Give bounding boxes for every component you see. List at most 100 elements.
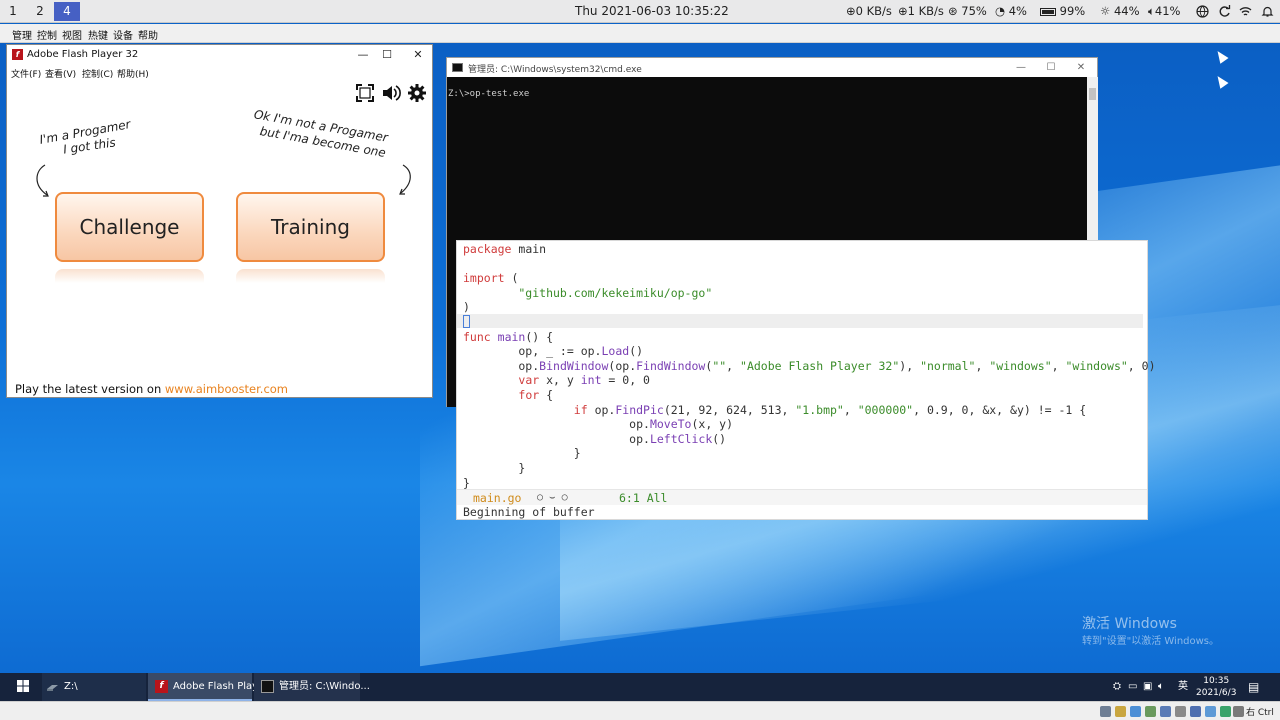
taskbar-item-label: Z:\ [64, 681, 78, 692]
taskbar-clock[interactable]: 10:35 2021/6/3 [1196, 675, 1236, 699]
start-button[interactable] [8, 673, 38, 701]
echo-area: Beginning of buffer [463, 505, 595, 519]
cmd-icon [452, 63, 463, 72]
code-token: op. [587, 402, 616, 417]
close-button[interactable]: ✕ [1067, 59, 1095, 77]
volume-indicator[interactable]: 🔈︎41% [1148, 0, 1180, 23]
panel-clock[interactable]: Thu 2021-06-03 10:35:22 [575, 0, 729, 23]
vm-menu-hotkey[interactable]: 热键 [88, 27, 108, 42]
code-line[interactable]: if op.FindPic(21, 92, 624, 513, "1.bmp",… [463, 403, 1086, 417]
vm-network-icon[interactable] [1145, 706, 1156, 717]
tray-person-icon[interactable]: ⛭ [1113, 673, 1121, 701]
taskbar-item-flash[interactable]: f Adobe Flash Play... [148, 673, 266, 701]
flash-logo-icon: f [155, 679, 168, 693]
volume-value: 41% [1154, 4, 1181, 18]
sound-icon[interactable] [381, 83, 401, 103]
tray-network-icon[interactable]: ▣ [1143, 673, 1152, 701]
code-line[interactable]: op, _ := op.Load() [463, 344, 643, 358]
taskbar-item-cmd[interactable]: 管理员: C:\Windo... [254, 673, 370, 701]
net-down-value: 0 KB/s [855, 4, 892, 18]
net-up-value: 1 KB/s [907, 4, 944, 18]
code-line[interactable]: op.BindWindow(op.FindWindow("", "Adobe F… [463, 358, 1156, 373]
code-token: main [511, 242, 547, 256]
code-token: "normal" [920, 358, 976, 373]
code-line[interactable]: func main() { [463, 330, 553, 344]
code-token: ) [463, 300, 470, 315]
tray-keyboard-icon[interactable]: ▭ [1128, 673, 1137, 701]
flash-menu-file[interactable]: 文件(F) [11, 67, 41, 80]
vm-usb-icon[interactable] [1160, 706, 1171, 717]
flash-menu-control[interactable]: 控制(C) [82, 67, 113, 80]
vm-optical-icon[interactable] [1115, 706, 1126, 717]
globe-icon[interactable] [1196, 5, 1209, 18]
code-line[interactable]: "github.com/kekeimiku/op-go" [463, 286, 712, 300]
code-line[interactable]: ) [463, 300, 470, 314]
refresh-icon[interactable] [1218, 5, 1231, 18]
maximize-button[interactable]: ☐ [1037, 59, 1065, 77]
tray-volume-icon[interactable]: 🔈︎ [1158, 673, 1164, 701]
code-token: (21, 92, 624, 513, [663, 402, 796, 417]
taskbar-time: 10:35 [1203, 676, 1230, 686]
challenge-reflection [55, 269, 204, 283]
vm-audio-icon[interactable] [1130, 706, 1141, 717]
bell-icon[interactable] [1261, 5, 1274, 18]
code-line[interactable]: } [463, 476, 470, 490]
emacs-editor-window[interactable]: package main import ( "github.com/kekeimi… [456, 240, 1156, 520]
workspace-4-button[interactable]: 4 [54, 2, 80, 21]
code-token: (op. [608, 358, 637, 373]
vm-menu-view[interactable]: 视图 [62, 27, 82, 42]
code-token: () [629, 344, 644, 359]
taskbar-item-drive[interactable]: Z:\ [42, 673, 146, 701]
cmd-titlebar[interactable]: 管理员: C:\Windows\system32\cmd.exe — ☐ ✕ [447, 58, 1097, 77]
wifi-icon[interactable] [1239, 5, 1252, 18]
settings-gear-icon[interactable] [407, 83, 427, 103]
code-token: } [463, 475, 470, 490]
vm-status-bar: 右 Ctrl [0, 701, 1280, 720]
code-line[interactable]: import ( [463, 271, 518, 285]
code-token: "windows" [989, 358, 1052, 373]
vm-menu-control[interactable]: 控制 [37, 27, 57, 42]
ime-indicator[interactable]: 英 [1178, 673, 1188, 701]
code-token: op. [463, 431, 650, 446]
aimbooster-link[interactable]: www.aimbooster.com [165, 382, 288, 396]
taskbar-date: 2021/6/3 [1196, 688, 1237, 698]
minimize-button[interactable]: — [1007, 59, 1035, 77]
arrow-right-icon [399, 164, 411, 195]
code-line[interactable]: for { [463, 388, 553, 402]
code-line[interactable]: var x, y int = 0, 0 [463, 373, 650, 387]
workspace-2-button[interactable]: 2 [27, 2, 53, 21]
challenge-button[interactable]: Challenge [55, 192, 204, 262]
vm-menu-manage[interactable]: 管理 [12, 27, 32, 42]
modeline-position: 6:1 All [619, 491, 668, 505]
code-line[interactable]: } [463, 446, 581, 460]
workspace-1-button[interactable]: 1 [0, 2, 26, 21]
vm-disk-icon[interactable] [1100, 706, 1111, 717]
fullscreen-icon[interactable] [355, 83, 375, 103]
vm-menu-help[interactable]: 帮助 [138, 27, 158, 42]
code-line[interactable]: package main [463, 242, 546, 256]
brightness-value: 44% [1113, 4, 1140, 18]
maximize-button[interactable]: ☐ [373, 46, 401, 64]
training-button[interactable]: Training [236, 192, 385, 262]
code-token: , [843, 402, 858, 417]
flash-window-titlebar[interactable]: f Adobe Flash Player 32 — ☐ ✕ [7, 45, 432, 65]
vm-menu-devices[interactable]: 设备 [113, 27, 133, 42]
flash-menu-view[interactable]: 查看(V) [45, 67, 76, 80]
windows-logo-icon [17, 680, 29, 692]
notification-center-icon[interactable]: ▤ [1248, 673, 1259, 701]
code-token: , 0) [1127, 358, 1156, 373]
vm-cpu-icon[interactable] [1220, 706, 1231, 717]
cmd-scrollbar-thumb[interactable] [1089, 88, 1096, 100]
close-button[interactable]: ✕ [404, 46, 432, 64]
flash-player-window[interactable]: f Adobe Flash Player 32 — ☐ ✕ 文件(F) 查看(V… [6, 44, 433, 398]
flash-menu-help[interactable]: 帮助(H) [117, 67, 149, 80]
code-line[interactable]: op.MoveTo(x, y) [463, 417, 733, 431]
vm-record-icon[interactable] [1205, 706, 1216, 717]
vm-shared-folder-icon[interactable] [1175, 706, 1186, 717]
code-token: x, y [539, 373, 581, 388]
code-line[interactable]: } [463, 461, 525, 475]
vm-mouse-icon[interactable] [1233, 706, 1244, 717]
code-line[interactable]: op.LeftClick() [463, 432, 726, 446]
vm-display-icon[interactable] [1190, 706, 1201, 717]
taskbar-item-label: Adobe Flash Play... [173, 681, 267, 692]
